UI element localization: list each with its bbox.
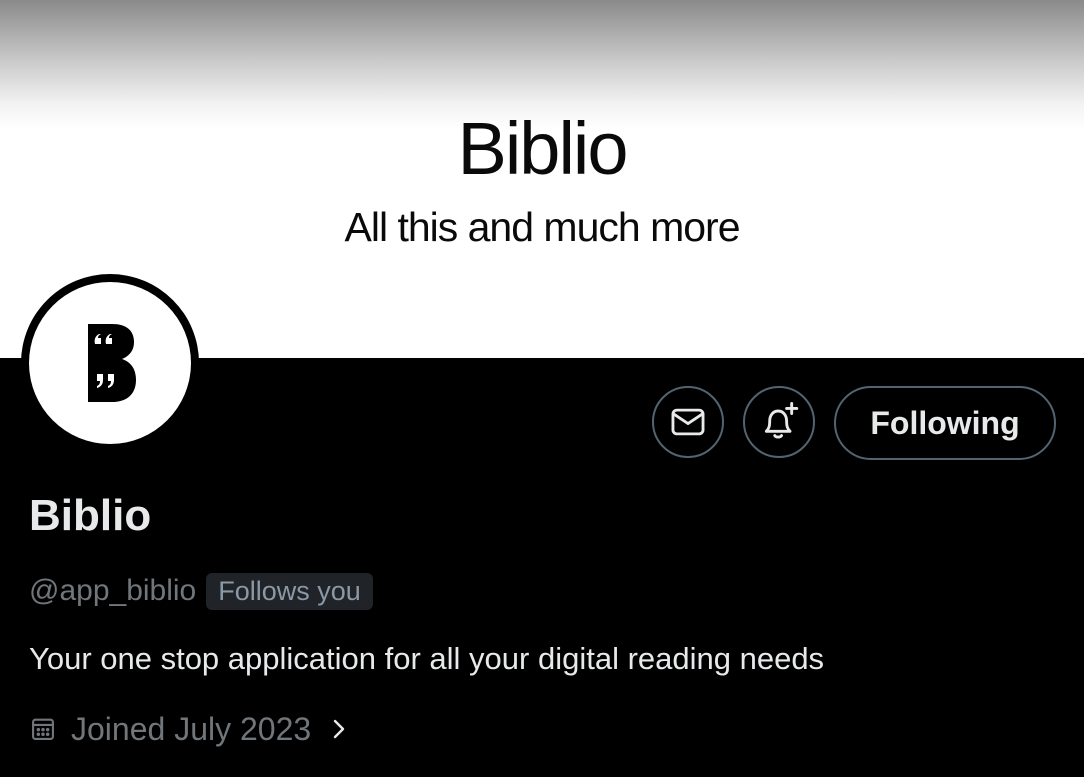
profile-handle: @app_biblio — [29, 574, 197, 607]
message-button[interactable] — [652, 386, 724, 458]
banner-subtitle: All this and much more — [344, 204, 740, 250]
banner-title: Biblio — [457, 107, 629, 190]
chevron-right-icon — [329, 715, 349, 743]
biblio-logo-icon — [88, 324, 136, 402]
follows-you-badge: Follows you — [206, 572, 373, 610]
mail-icon — [671, 408, 705, 436]
notifications-button[interactable] — [743, 386, 815, 458]
following-button[interactable]: Following — [834, 386, 1056, 460]
calendar-icon — [32, 718, 54, 740]
joined-date: Joined July 2023 — [71, 711, 312, 747]
bell-plus-icon — [764, 401, 799, 439]
profile-display-name: Biblio — [29, 491, 152, 540]
joined-date-row[interactable]: Joined July 2023 — [29, 708, 349, 750]
profile-bio: Your one stop application for all your d… — [29, 641, 825, 676]
handle-row: @app_biblio Follows you — [29, 571, 373, 611]
avatar[interactable] — [21, 274, 199, 452]
avatar-image — [29, 282, 191, 444]
